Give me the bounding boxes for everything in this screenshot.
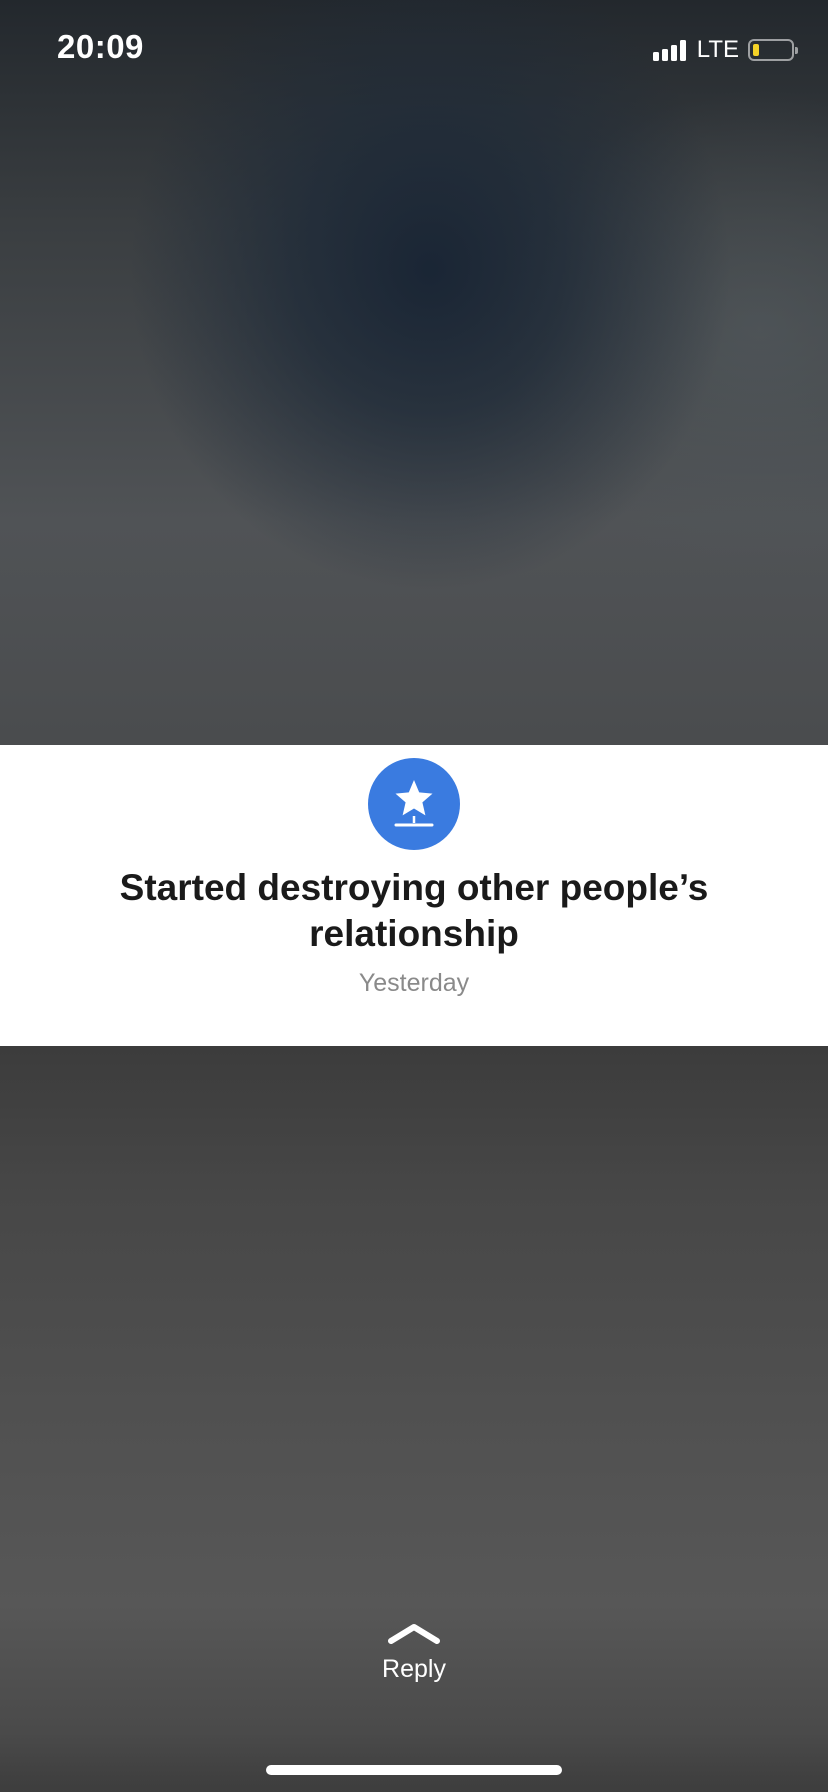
home-indicator[interactable]: [266, 1765, 562, 1775]
network-type-label: LTE: [696, 36, 739, 63]
reply-label: Reply: [382, 1655, 446, 1683]
notification-timestamp: Yesterday: [358, 969, 470, 997]
battery-icon: [748, 39, 798, 61]
lock-screen: 20:09 LTE Started destroying other peopl…: [0, 0, 828, 1792]
battery-level-fill: [753, 44, 759, 56]
notification-title: Started destroying other people’s relati…: [119, 867, 709, 954]
status-bar-time: 20:09: [57, 28, 144, 65]
notification-card[interactable]: Started destroying other people’s relati…: [0, 745, 828, 1046]
signal-icon: [652, 39, 689, 61]
status-bar-indicators: LTE: [652, 36, 798, 64]
reply-button[interactable]: Reply: [354, 1617, 474, 1689]
chevron-up-icon: [388, 1624, 440, 1644]
blurred-background-top: [0, 0, 828, 745]
star-icon: [368, 758, 460, 850]
